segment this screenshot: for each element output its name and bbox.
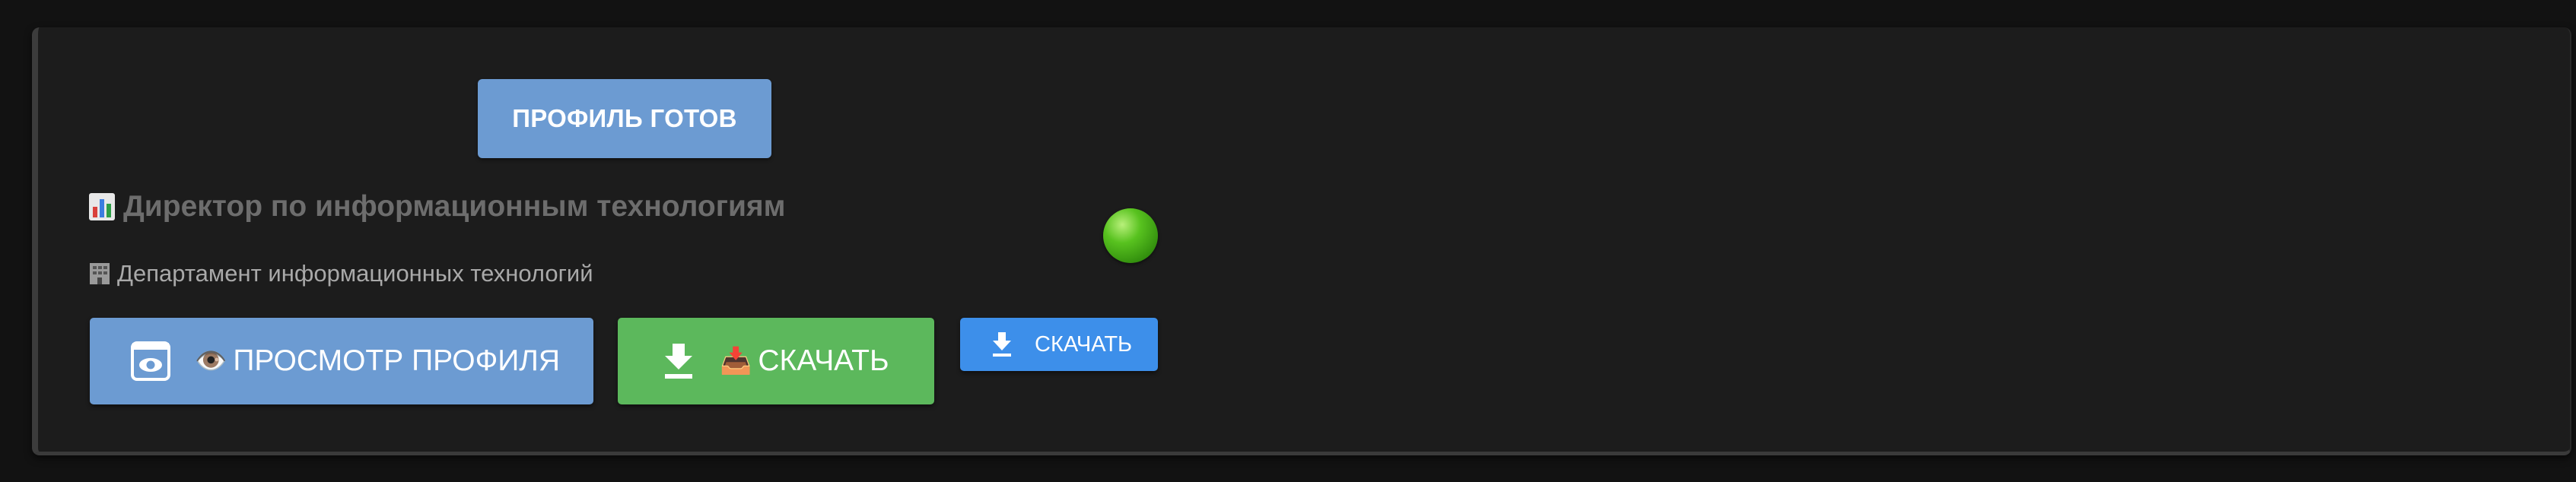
download-small-button[interactable]: СКАЧАТЬ (960, 318, 1158, 371)
profile-title-row: Директор по информационным технологиям (88, 187, 786, 227)
department-name: Департамент информационных технологий (117, 260, 593, 287)
download-icon (993, 332, 1011, 357)
status-indicator-icon (1103, 208, 1158, 263)
eye-emoji-icon: 👁️ (195, 346, 227, 376)
department-row: Департамент информационных технологий (88, 258, 593, 289)
profile-ready-label: ПРОФИЛЬ ГОТОВ (512, 104, 737, 132)
download-button[interactable]: 📥 СКАЧАТЬ (618, 318, 934, 404)
inbox-tray-emoji-icon: 📥 (720, 346, 752, 376)
download-label: СКАЧАТЬ (758, 344, 889, 377)
preview-icon (131, 341, 170, 381)
profile-title: Директор по информационным технологиям (123, 190, 786, 223)
view-profile-button[interactable]: 👁️ ПРОСМОТР ПРОФИЛЯ (90, 318, 593, 404)
view-profile-label: ПРОСМОТР ПРОФИЛЯ (233, 344, 561, 377)
bar-chart-emoji-icon (89, 193, 115, 220)
profile-ready-badge[interactable]: ПРОФИЛЬ ГОТОВ (478, 79, 771, 158)
office-building-emoji-icon (90, 263, 110, 284)
download-icon (665, 344, 692, 379)
download-small-label: СКАЧАТЬ (1035, 331, 1133, 357)
